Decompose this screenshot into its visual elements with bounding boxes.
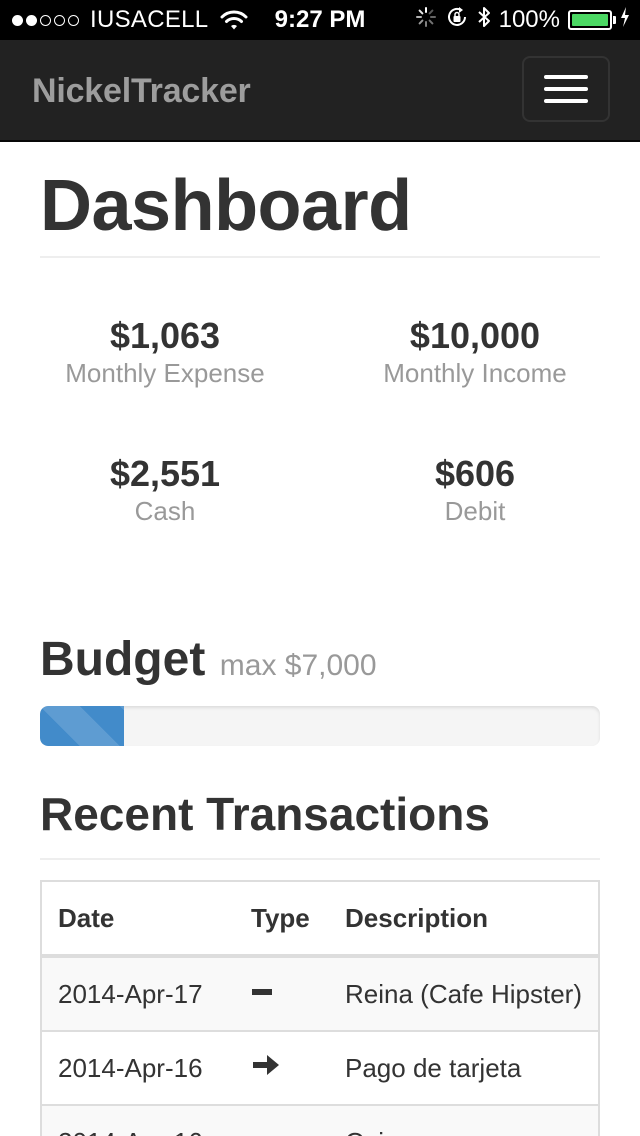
battery-icon [568,10,616,30]
page-title: Dashboard [40,166,412,246]
transaction-description: Reina (Cafe Hipster) [329,955,599,1032]
battery-percent: 100% [498,6,560,33]
column-header-description: Description [329,880,599,958]
divider [40,256,600,258]
transaction-date: 2014-Apr-16 [41,1104,235,1136]
stat-cash: $2,551 Cash [40,452,290,526]
orientation-lock-icon [445,5,469,36]
transaction-date: 2014-Apr-17 [41,955,235,1032]
stat-label: Debit [444,496,506,526]
stat-monthly-expense: $1,063 Monthly Expense [40,314,290,388]
table-header-row: Date Type Description [41,880,599,958]
transaction-type [235,1104,329,1136]
hamburger-menu-icon [544,99,588,103]
transactions-heading: Recent Transactions [40,788,490,840]
status-bar: IUSACELL 9:27 PM 100% [0,0,640,40]
brand-link[interactable]: NickelTracker [32,40,251,140]
transaction-date: 2014-Apr-16 [41,1030,235,1106]
transaction-type [235,1030,329,1106]
battery-tip [613,16,616,24]
stat-value: $606 [434,453,516,494]
menu-toggle-button[interactable] [522,56,610,122]
hamburger-menu-icon [544,75,588,79]
stat-monthly-income: $10,000 Monthly Income [350,314,600,388]
stat-value: $1,063 [109,315,221,356]
column-header-date: Date [41,880,235,958]
battery-level [572,14,608,26]
budget-max: max $7,000 [219,649,377,682]
transaction-description: Pago de tarjeta [329,1030,599,1106]
screen: IUSACELL 9:27 PM 100% NickelTracker Dash… [0,0,640,1136]
budget-title: Budget [40,633,206,686]
budget-progress [40,706,600,746]
table-row[interactable]: 2014-Apr-16 Pago de tarjeta [41,1030,599,1106]
minus-icon [251,979,273,1010]
stat-value: $2,551 [109,453,221,494]
stat-value: $10,000 [409,315,541,356]
budget-heading: Budget max $7,000 [40,632,377,687]
stat-label: Monthly Expense [65,358,265,388]
status-bar-right: 100% [407,0,630,40]
arrow-right-icon [251,1053,281,1084]
divider [40,858,600,860]
column-header-type: Type [235,880,329,958]
bluetooth-icon [477,5,491,36]
stat-debit: $606 Debit [350,452,600,526]
charging-icon [620,6,630,34]
transactions-table: Date Type Description 2014-Apr-17 Reina … [40,880,600,1136]
budget-progress-bar [40,706,124,746]
activity-spinner-icon [415,6,437,35]
battery-body [568,10,612,30]
stat-label: Cash [134,496,196,526]
transaction-type [235,955,329,1032]
hamburger-menu-icon [544,87,588,91]
navbar: NickelTracker [0,40,640,142]
table-row[interactable]: 2014-Apr-16 Oxigeno [41,1104,599,1136]
transaction-description: Oxigeno [329,1104,599,1136]
main-content: Dashboard $1,063 Monthly Expense $10,000… [40,142,600,1136]
stat-label: Monthly Income [383,358,567,388]
table-row[interactable]: 2014-Apr-17 Reina (Cafe Hipster) [41,955,599,1032]
